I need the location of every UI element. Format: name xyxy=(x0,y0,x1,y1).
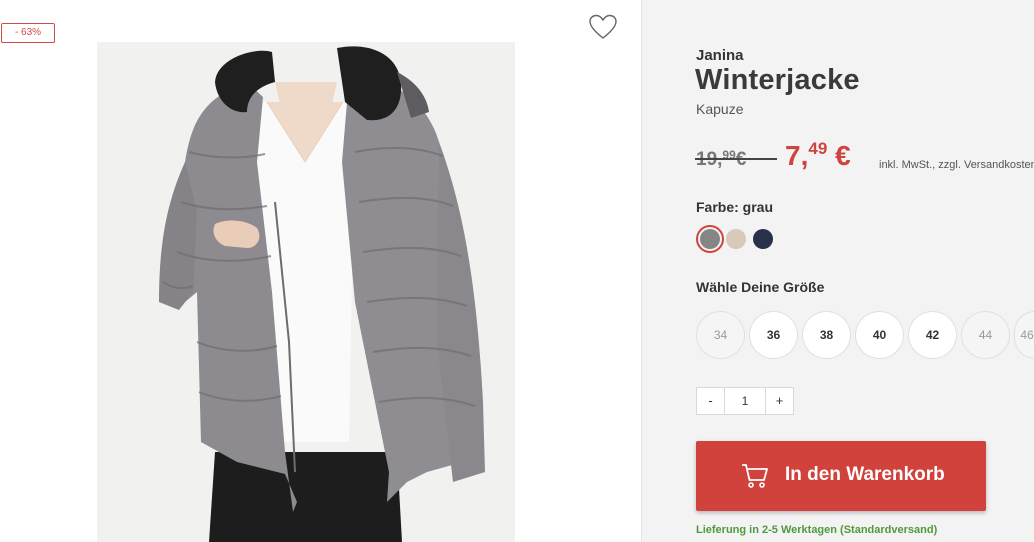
product-subtitle: Kapuze xyxy=(696,101,744,117)
color-label: Farbe: grau xyxy=(696,199,774,215)
current-price-cents: 49 xyxy=(808,139,828,158)
size-option-44[interactable]: 44 xyxy=(961,311,1010,359)
size-option-40[interactable]: 40 xyxy=(855,311,904,359)
wishlist-button[interactable] xyxy=(588,13,618,41)
quantity-increase-button[interactable]: + xyxy=(766,388,793,414)
add-to-cart-button[interactable]: In den Warenkorb xyxy=(696,441,986,511)
discount-badge: - 63% xyxy=(1,23,55,43)
heart-icon xyxy=(589,14,617,39)
product-photo[interactable] xyxy=(97,42,515,542)
jacket-illustration xyxy=(97,42,515,542)
product-brand[interactable]: Janina xyxy=(696,47,744,64)
product-image-pane: - 63% xyxy=(0,0,641,542)
size-option-34[interactable]: 34 xyxy=(696,311,745,359)
quantity-decrease-button[interactable]: - xyxy=(697,388,724,414)
color-swatch-grey[interactable] xyxy=(696,225,724,253)
current-price: 7,49 € xyxy=(785,139,851,172)
quantity-input[interactable]: 1 xyxy=(724,388,766,414)
delivery-note: Lieferung in 2-5 Werktagen (Standardvers… xyxy=(696,524,938,536)
product-info-panel: Janina Winterjacke Kapuze 19,99€ 7,49 € … xyxy=(641,0,1034,542)
size-label: Wähle Deine Größe xyxy=(696,279,825,295)
color-swatch-navy[interactable] xyxy=(753,229,773,249)
product-title: Winterjacke xyxy=(695,64,860,96)
current-price-main: 7, xyxy=(785,140,809,171)
old-price: 19,99€ xyxy=(695,148,777,171)
size-option-38[interactable]: 38 xyxy=(802,311,851,359)
current-price-currency: € xyxy=(835,140,851,171)
shopping-cart-icon xyxy=(742,464,768,488)
add-to-cart-label: In den Warenkorb xyxy=(785,464,945,485)
quantity-stepper: - 1 + xyxy=(696,387,794,415)
size-option-36[interactable]: 36 xyxy=(749,311,798,359)
color-swatch-beige[interactable] xyxy=(726,229,746,249)
strikethrough-line xyxy=(695,158,777,160)
size-option-42[interactable]: 42 xyxy=(908,311,957,359)
size-option-46[interactable]: 46 xyxy=(1014,311,1034,359)
vat-note: inkl. MwSt., zzgl. Versandkosten xyxy=(879,159,1034,171)
